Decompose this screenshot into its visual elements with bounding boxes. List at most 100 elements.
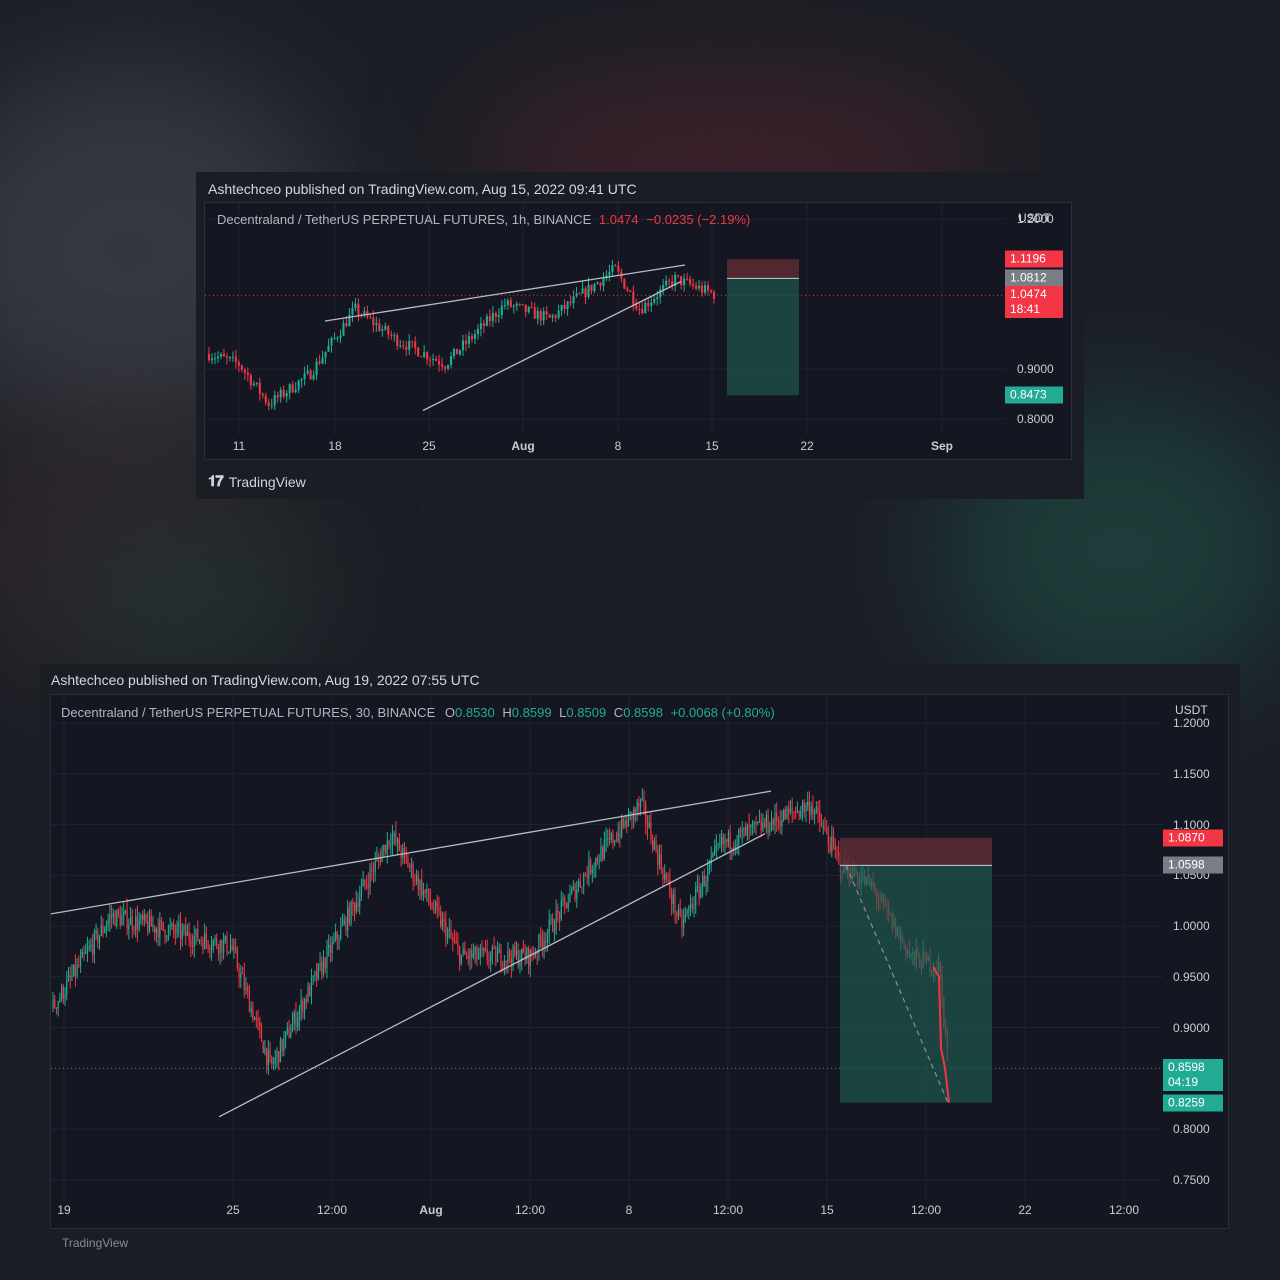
candle-body: [598, 861, 600, 863]
candle-body: [655, 840, 657, 850]
candle-body: [390, 844, 392, 846]
candle-body: [264, 395, 267, 403]
candle-body: [398, 839, 400, 852]
wedge-trendline: [51, 790, 772, 915]
candle-body: [435, 359, 438, 361]
candle-body: [353, 904, 356, 912]
candle-body: [78, 964, 80, 966]
candle-body: [214, 938, 216, 941]
candle-body: [643, 798, 645, 805]
candle-body: [576, 889, 578, 900]
candle-body: [551, 315, 554, 318]
candle-body: [586, 875, 588, 878]
candle-body: [428, 888, 430, 901]
candle-body: [577, 881, 580, 890]
candle-body: [347, 907, 349, 931]
entry-price-label: 1.0812: [1005, 269, 1063, 287]
candle-body: [231, 946, 233, 950]
candle-body: [397, 839, 399, 844]
candle-body: [300, 1000, 302, 1011]
candle-body: [422, 889, 425, 896]
candle-body: [536, 952, 538, 954]
candle-body: [414, 341, 417, 348]
candle-body: [562, 898, 564, 901]
candle-body: [93, 932, 95, 955]
candle-body: [338, 939, 340, 941]
candle-body: [253, 1017, 256, 1020]
candle-body: [462, 949, 464, 955]
candle-body: [645, 804, 647, 823]
candle-body: [83, 951, 85, 954]
candle-body: [808, 801, 811, 815]
candle-body: [393, 335, 396, 337]
candle-body: [631, 811, 633, 820]
price-chart-svg[interactable]: [51, 695, 1229, 1229]
candle-body: [622, 818, 624, 827]
candle-body: [707, 865, 709, 882]
target-price-label: 0.8259: [1163, 1094, 1223, 1112]
candle-body: [69, 975, 71, 978]
candle-body: [166, 937, 168, 939]
candle-body: [617, 832, 619, 841]
candle-body: [567, 902, 569, 909]
chart-panel[interactable]: Decentraland / TetherUS PERPETUAL FUTURE…: [50, 694, 1229, 1229]
candle-body: [245, 987, 247, 990]
price-chart-svg[interactable]: [205, 203, 1072, 460]
candle-body: [297, 1018, 299, 1027]
candle-body: [364, 879, 366, 885]
candle-body: [798, 811, 800, 817]
chart-panel[interactable]: Decentraland / TetherUS PERPETUAL FUTURE…: [204, 202, 1072, 460]
candle-body: [85, 951, 87, 954]
candle-body: [316, 971, 318, 980]
candle-body: [319, 962, 321, 964]
time-axis-tick: 8: [614, 439, 622, 453]
candle-body: [729, 832, 731, 850]
price-axis-tick: 1.0000: [1173, 919, 1210, 934]
time-axis-tick: 19: [57, 1203, 71, 1217]
candle-body: [719, 844, 721, 846]
bar-countdown: 04:19: [1168, 1075, 1199, 1090]
candle-body: [393, 833, 395, 837]
time-axis-tick: 22: [1018, 1203, 1032, 1217]
candle-body: [306, 370, 309, 374]
candle-body: [283, 1038, 285, 1052]
candle-body: [402, 847, 404, 858]
candle-body: [512, 946, 514, 966]
candle-body: [129, 916, 132, 925]
candle-body: [659, 289, 662, 298]
candle-body: [408, 340, 411, 350]
candle-body: [629, 290, 632, 292]
candle-body: [638, 308, 641, 310]
candle-body: [190, 939, 192, 946]
candle-body: [386, 840, 388, 854]
wedge-trendline: [218, 833, 766, 1118]
candle-body: [148, 915, 151, 932]
candle-body: [258, 382, 261, 394]
candle-body: [572, 296, 575, 304]
candle-body: [390, 334, 393, 336]
candle-body: [786, 808, 788, 820]
candle-body: [457, 942, 459, 948]
candle-body: [186, 931, 189, 937]
candle-body: [312, 976, 314, 978]
candle-body: [772, 819, 774, 825]
candle-body: [327, 345, 330, 352]
candle-body: [303, 999, 306, 1013]
candle-body: [648, 822, 650, 828]
candle-body: [500, 949, 502, 966]
candle-body: [473, 334, 476, 339]
candle-body: [270, 405, 273, 407]
candle-body: [784, 809, 786, 820]
candle-body: [264, 1048, 266, 1053]
candle-body: [691, 903, 693, 909]
candle-body: [579, 881, 581, 887]
candle-body: [812, 806, 814, 815]
candle-body: [378, 323, 381, 332]
candle-body: [665, 280, 668, 286]
candle-body: [228, 951, 230, 953]
candle-body: [689, 279, 692, 285]
candle-body: [779, 821, 781, 827]
candle-body: [309, 370, 312, 380]
candle-body: [155, 928, 157, 933]
candle-body: [207, 354, 211, 361]
